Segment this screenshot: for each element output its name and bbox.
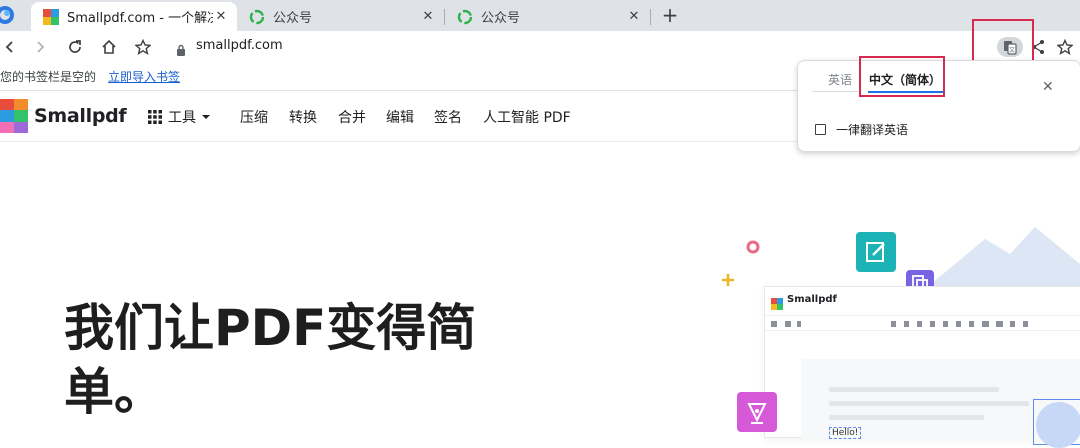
caret-down-icon xyxy=(202,115,210,119)
brand-name[interactable]: Smallpdf xyxy=(34,105,127,127)
tab-title: 公众号 xyxy=(481,11,521,26)
highlight-box-target-language xyxy=(859,56,945,97)
sample-text: Hello! xyxy=(832,428,859,438)
text-line-placeholder xyxy=(829,415,984,420)
tab-separator xyxy=(650,9,651,25)
selected-shape xyxy=(1033,399,1080,448)
tab-smallpdf[interactable]: Smallpdf.com - 一个解决 ✕ xyxy=(31,2,237,31)
home-button[interactable] xyxy=(97,35,121,59)
sign-tool-badge-icon xyxy=(737,392,777,432)
back-arrow-icon xyxy=(5,41,13,53)
lock-icon xyxy=(176,41,186,60)
decorative-ring-icon xyxy=(746,240,760,254)
smallpdf-favicon-icon xyxy=(43,8,59,25)
always-translate-checkbox[interactable] xyxy=(815,124,826,135)
nav-merge[interactable]: 合并 xyxy=(338,107,366,127)
nav-convert[interactable]: 转换 xyxy=(289,107,317,127)
forward-arrow-icon xyxy=(37,41,45,53)
app-toolbar xyxy=(765,315,1080,331)
tab-close-icon[interactable]: ✕ xyxy=(420,9,436,24)
hero-title-line2: 单。 xyxy=(64,363,164,421)
document-page: Hello! xyxy=(801,359,1080,448)
reload-button[interactable] xyxy=(63,35,87,59)
text-line-placeholder xyxy=(829,401,1029,406)
tab-strip: Smallpdf.com - 一个解决 ✕ 公众号 ✕ 公众号 ✕ + xyxy=(0,0,1080,31)
sample-text-box: Hello! xyxy=(829,427,862,439)
import-bookmarks-link[interactable]: 立即导入书签 xyxy=(108,68,180,85)
favorites-button[interactable] xyxy=(1056,37,1074,57)
tab-close-icon[interactable]: ✕ xyxy=(626,9,642,24)
tab-close-icon[interactable]: ✕ xyxy=(213,9,229,24)
back-button[interactable] xyxy=(0,35,22,59)
nav-compress[interactable]: 压缩 xyxy=(240,107,268,127)
tab-gongzhonghao-1[interactable]: 公众号 ✕ xyxy=(237,2,444,31)
translate-tab-source[interactable]: 英语 xyxy=(828,71,852,88)
mountain-background-shape xyxy=(925,227,1080,289)
hero-illustration: Smallpdf Hello! xyxy=(715,215,1080,448)
app-window-mock: Smallpdf Hello! xyxy=(764,286,1080,448)
reload-icon xyxy=(69,40,81,53)
tools-menu[interactable]: 工具 xyxy=(148,107,211,127)
translate-popup-close-icon[interactable]: ✕ xyxy=(1042,79,1054,95)
app-logo-icon xyxy=(771,295,783,310)
bookmark-star-button[interactable] xyxy=(131,35,155,59)
tab-title: 公众号 xyxy=(273,11,313,26)
tools-menu-label: 工具 xyxy=(168,110,196,126)
star-icon xyxy=(135,39,151,55)
url-text: smallpdf.com xyxy=(196,38,283,53)
tab-underline-inactive xyxy=(812,91,858,92)
nav-edit[interactable]: 编辑 xyxy=(386,107,414,127)
star-icon xyxy=(1056,38,1074,55)
recycle-favicon-icon xyxy=(249,9,265,25)
nav-sign[interactable]: 签名 xyxy=(434,107,462,127)
forward-button[interactable] xyxy=(28,35,52,59)
tab-title: Smallpdf.com - 一个解决 xyxy=(67,11,213,26)
decorative-plus-icon xyxy=(722,274,734,286)
grid-menu-icon xyxy=(148,110,162,124)
smallpdf-logo-icon[interactable] xyxy=(0,99,28,133)
nav-ai-pdf[interactable]: 人工智能 PDF xyxy=(483,107,571,127)
recycle-favicon-icon xyxy=(457,9,473,25)
new-tab-button[interactable]: + xyxy=(660,3,680,27)
bookmarks-empty-message: 您的书签栏是空的 xyxy=(0,70,97,84)
hero-title-line1: 我们让PDF变得简 xyxy=(64,299,477,357)
always-translate-label[interactable]: 一律翻译英语 xyxy=(836,121,908,138)
home-icon xyxy=(102,39,116,54)
hero-title: 我们让PDF变得简 单。 xyxy=(64,296,524,424)
browser-logo-icon xyxy=(0,4,16,26)
edit-tool-badge-icon xyxy=(856,232,896,272)
tab-gongzhonghao-2[interactable]: 公众号 ✕ xyxy=(445,2,650,31)
text-line-placeholder xyxy=(829,387,999,392)
app-brand-name: Smallpdf xyxy=(787,294,837,305)
